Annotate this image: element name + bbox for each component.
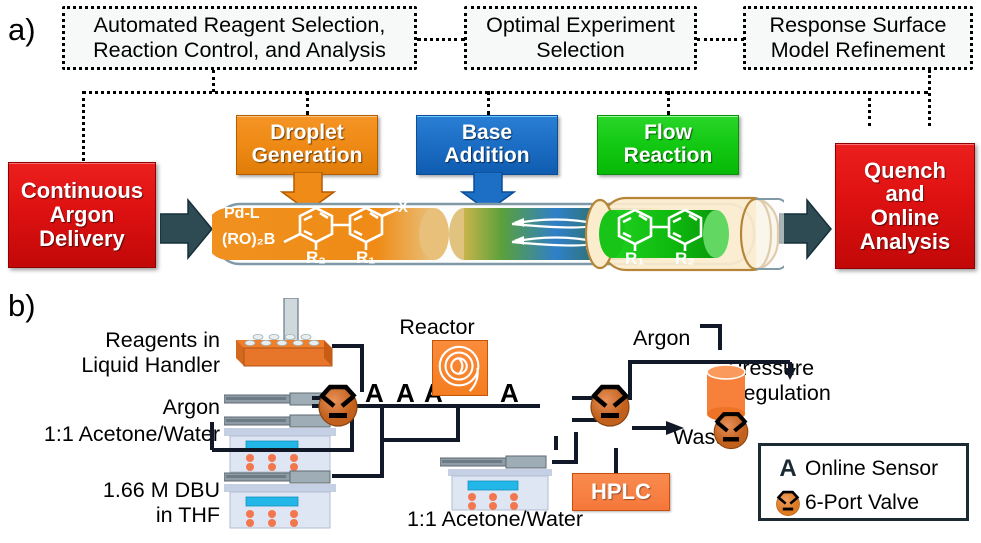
legend-online-sensor-label: Online Sensor bbox=[805, 457, 939, 480]
stage-argon-line1: Continuous bbox=[20, 178, 144, 204]
waste-arrow-icon bbox=[666, 421, 684, 435]
stage-base-line1: Base bbox=[461, 121, 513, 145]
stage-flow-line2: Reaction bbox=[623, 144, 713, 167]
top-box-response: Response Surface Model Refinement bbox=[743, 6, 973, 70]
connector-drop-base bbox=[487, 91, 490, 115]
stage-base-addition[interactable]: Base Addition bbox=[416, 115, 558, 175]
top-box-response-line1: Response Surface bbox=[769, 12, 947, 37]
valve-3-icon[interactable] bbox=[708, 407, 754, 453]
stage-argon-line2: Argon bbox=[49, 202, 115, 228]
connector-drop-flow bbox=[667, 91, 670, 115]
connector-automated-optimal bbox=[417, 38, 465, 41]
connector-automated-down bbox=[212, 70, 215, 92]
stage-argon-line3: Delivery bbox=[39, 225, 125, 251]
reactor-icon[interactable] bbox=[432, 340, 488, 396]
product-r2-label: R₂ bbox=[675, 249, 695, 266]
top-box-optimal-line1: Optimal Experiment bbox=[486, 12, 675, 37]
top-box-optimal: Optimal Experiment Selection bbox=[464, 6, 697, 70]
reactant-x-label: X bbox=[398, 200, 408, 216]
reactant-catalyst-label: Pd-L bbox=[224, 205, 260, 222]
stage-quench-line1: Quench bbox=[864, 157, 946, 183]
stage-flow-reaction[interactable]: Flow Reaction bbox=[597, 115, 739, 175]
stage-flow-line1: Flow bbox=[644, 121, 692, 145]
argon-arrow-icon bbox=[784, 368, 796, 380]
reactant-structure-icon: Pd-L (RO)₂B R₂ R₁ X bbox=[222, 200, 408, 267]
legend-sensor-a-icon: A bbox=[779, 455, 797, 482]
outflow-arrow-icon bbox=[779, 198, 832, 260]
stage-quench-online-analysis[interactable]: Quench and Online Analysis bbox=[835, 143, 975, 269]
stage-quench-line3: Online bbox=[870, 205, 940, 230]
stage-quench-line2: and bbox=[885, 181, 925, 207]
valve-1-icon[interactable] bbox=[312, 380, 364, 430]
panel-a-letter: a) bbox=[8, 12, 36, 47]
stage-droplet-line1: Droplet bbox=[270, 121, 344, 145]
product-structure-icon: R₁ R₂ bbox=[617, 208, 703, 266]
top-box-automated: Automated Reagent Selection, Reaction Co… bbox=[62, 6, 417, 70]
top-box-response-line2: Model Refinement bbox=[770, 38, 946, 62]
top-box-automated-line1: Automated Reagent Selection, bbox=[93, 12, 386, 37]
connector-drop-argon bbox=[82, 91, 85, 161]
legend-valve-icon bbox=[771, 488, 805, 518]
connector-optimal-response bbox=[697, 38, 744, 41]
top-box-automated-line2: Reaction Control, and Analysis bbox=[93, 38, 386, 62]
legend-box: A Online Sensor 6-Port Valve bbox=[758, 443, 969, 521]
product-r1-label: R₁ bbox=[625, 249, 644, 266]
stage-droplet-generation[interactable]: Droplet Generation bbox=[236, 115, 378, 175]
connector-response-down bbox=[928, 70, 931, 126]
legend-row-6-port-valve: 6-Port Valve bbox=[771, 486, 956, 520]
legend-row-online-sensor: A Online Sensor bbox=[771, 452, 956, 486]
stage-droplet-line2: Generation bbox=[251, 144, 363, 167]
connector-drop-quench-left bbox=[868, 91, 871, 126]
stage-quench-line4: Analysis bbox=[859, 228, 951, 254]
valve-2-icon[interactable] bbox=[584, 380, 636, 430]
reactant-r1-label: R₁ bbox=[356, 248, 375, 267]
stage-continuous-argon-delivery[interactable]: Continuous Argon Delivery bbox=[8, 162, 156, 268]
legend-6-port-valve-label: 6-Port Valve bbox=[805, 491, 919, 514]
connector-bus bbox=[82, 91, 928, 94]
connector-drop-droplet bbox=[306, 91, 309, 115]
stage-base-line2: Addition bbox=[444, 144, 530, 167]
reactant-boron-label: (RO)₂B bbox=[222, 231, 275, 248]
inflow-arrow-icon bbox=[160, 198, 213, 260]
reactant-r2-label: R₂ bbox=[306, 248, 326, 267]
hplc-box[interactable]: HPLC bbox=[572, 473, 670, 511]
top-box-optimal-line2: Selection bbox=[536, 38, 625, 62]
